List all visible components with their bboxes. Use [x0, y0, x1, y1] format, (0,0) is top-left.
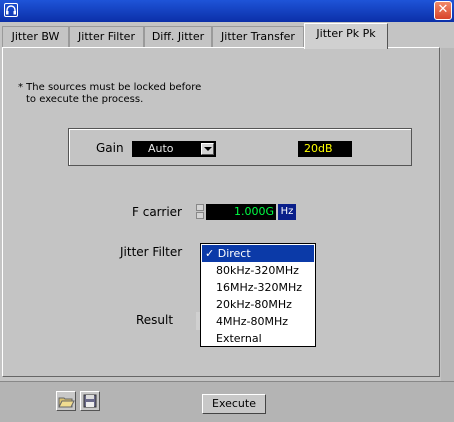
tab-jitter-bw[interactable]: Jitter BW: [2, 26, 69, 48]
execute-button[interactable]: Execute: [202, 394, 266, 414]
title-bar: ✕: [0, 0, 454, 22]
lock-note-line1: * The sources must be locked before: [18, 82, 202, 93]
fcarrier-input[interactable]: 1.000G: [206, 204, 276, 220]
fcarrier-label: F carrier: [132, 205, 182, 219]
gain-label: Gain: [96, 141, 124, 155]
save-button[interactable]: [80, 391, 100, 411]
stepper-down-icon[interactable]: [196, 212, 204, 219]
tab-jitter-pk-pk[interactable]: Jitter Pk Pk: [304, 23, 388, 49]
jitter-filter-dropdown[interactable]: ✓ Direct 80kHz-320MHz 16MHz-320MHz 20kHz…: [200, 243, 316, 347]
window-edge: [441, 48, 454, 381]
jitter-filter-option[interactable]: ✓ Direct: [202, 245, 314, 262]
lock-note-line2: to execute the process.: [26, 94, 144, 105]
tab-bar: Jitter BW Jitter Filter Diff. Jitter Jit…: [0, 22, 454, 49]
check-icon: ✓: [205, 247, 215, 260]
fcarrier-stepper[interactable]: [196, 204, 204, 220]
jitter-filter-option[interactable]: 16MHz-320MHz: [202, 279, 314, 296]
open-folder-icon: [58, 397, 75, 408]
floppy-disk-icon: [83, 394, 97, 408]
jitter-filter-option[interactable]: 80kHz-320MHz: [202, 262, 314, 279]
gain-select-value: Auto: [148, 142, 174, 155]
stepper-up-icon[interactable]: [196, 204, 204, 211]
jitter-filter-option-label: Direct: [217, 247, 251, 260]
result-label: Result: [136, 313, 174, 327]
gain-select[interactable]: Auto: [132, 141, 216, 157]
gain-db-display: 20dB: [298, 141, 352, 157]
application-window: ✕ Jitter BW Jitter Filter Diff. Jitter J…: [0, 0, 454, 422]
jitter-filter-option[interactable]: 4MHz-80MHz: [202, 313, 314, 330]
jitter-filter-option[interactable]: External: [202, 330, 314, 347]
close-button[interactable]: ✕: [434, 1, 452, 20]
lock-note: * The sources must be locked before to e…: [18, 82, 201, 106]
fcarrier-unit: Hz: [278, 204, 296, 220]
tab-jitter-transfer[interactable]: Jitter Transfer: [212, 26, 304, 48]
chevron-down-icon[interactable]: [201, 143, 214, 155]
open-folder-button[interactable]: [56, 391, 76, 411]
tab-jitter-filter[interactable]: Jitter Filter: [69, 26, 144, 48]
tab-diff-jitter[interactable]: Diff. Jitter: [144, 26, 212, 48]
headphone-icon: [4, 3, 18, 17]
jitter-filter-option[interactable]: 20kHz-80MHz: [202, 296, 314, 313]
jitter-filter-label: Jitter Filter: [120, 245, 183, 259]
